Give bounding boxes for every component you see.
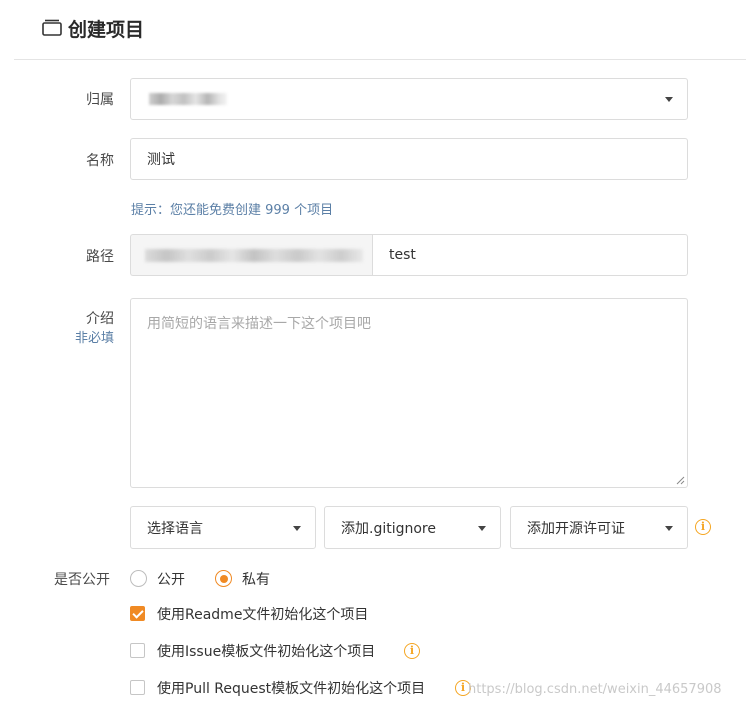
path-input-value: test (389, 247, 416, 263)
intro-optional-label: 非必填 (74, 331, 114, 346)
redacted-path-prefix (145, 249, 363, 262)
readme-checkbox[interactable] (130, 606, 145, 621)
info-icon[interactable]: i (404, 643, 420, 659)
pr-template-checkbox-label: 使用Pull Request模板文件初始化这个项目 (157, 681, 426, 697)
license-select-label: 添加开源许可证 (527, 520, 625, 537)
name-input[interactable]: 测试 (130, 138, 688, 180)
resize-grip-icon[interactable] (675, 475, 685, 485)
page-title: 创建项目 (68, 19, 145, 41)
path-input[interactable]: test (372, 234, 688, 276)
gitignore-select-label: 添加.gitignore (341, 520, 436, 537)
name-label: 名称 (86, 153, 114, 169)
license-select[interactable]: 添加开源许可证 (510, 506, 688, 549)
radio-private[interactable] (215, 570, 232, 587)
header-divider (14, 59, 746, 60)
language-select-label: 选择语言 (147, 520, 203, 537)
folder-stack-icon (42, 19, 62, 36)
info-icon[interactable]: i (695, 519, 711, 535)
pr-template-checkbox[interactable] (130, 680, 145, 695)
redacted-owner-value (149, 93, 227, 105)
visibility-label: 是否公开 (54, 572, 110, 588)
language-select[interactable]: 选择语言 (130, 506, 316, 549)
name-input-value: 测试 (147, 152, 175, 168)
issue-template-checkbox[interactable] (130, 643, 145, 658)
intro-label: 介绍 (86, 311, 114, 327)
chevron-down-icon (665, 525, 673, 531)
issue-template-checkbox-label: 使用Issue模板文件初始化这个项目 (157, 644, 376, 660)
page-header: 创建项目 (0, 0, 746, 60)
radio-public-label: 公开 (157, 572, 185, 588)
chevron-down-icon (478, 525, 486, 531)
chevron-down-icon (665, 97, 673, 102)
quota-hint: 提示：您还能免费创建 999 个项目 (131, 203, 334, 218)
path-prefix (130, 234, 372, 276)
watermark: https://blog.csdn.net/weixin_44657908 (468, 682, 722, 697)
intro-textarea[interactable]: 用简短的语言来描述一下这个项目吧 (130, 298, 688, 488)
radio-private-label: 私有 (242, 572, 270, 588)
owner-label: 归属 (86, 92, 114, 108)
readme-checkbox-label: 使用Readme文件初始化这个项目 (157, 607, 369, 623)
gitignore-select[interactable]: 添加.gitignore (324, 506, 501, 549)
path-label: 路径 (86, 249, 114, 265)
radio-public[interactable] (130, 570, 147, 587)
chevron-down-icon (293, 525, 301, 531)
intro-placeholder: 用简短的语言来描述一下这个项目吧 (147, 316, 371, 332)
owner-select[interactable] (130, 78, 688, 120)
